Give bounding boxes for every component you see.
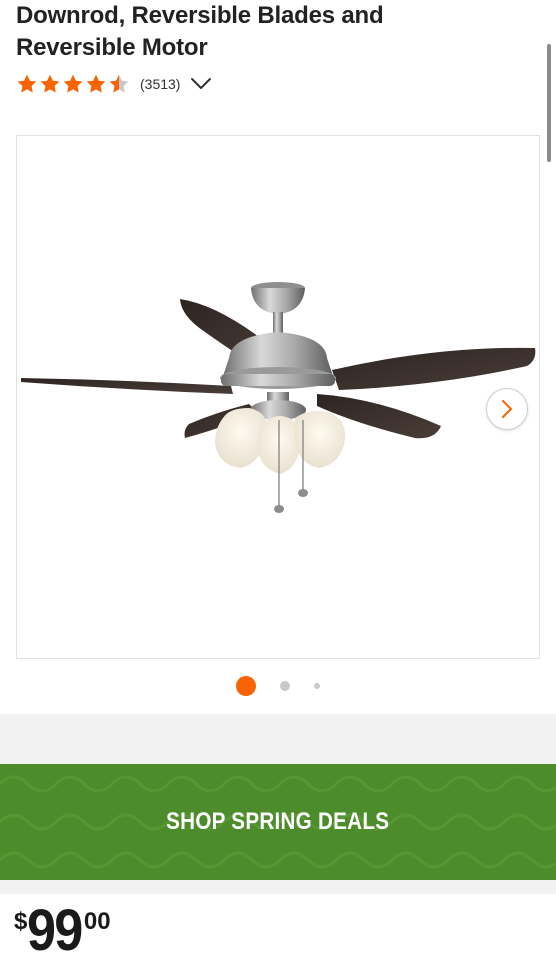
pagination-dot-1[interactable] (236, 676, 256, 696)
product-image-gallery[interactable] (16, 135, 540, 659)
pagination-dot-3[interactable] (314, 683, 320, 689)
product-image-ceiling-fan[interactable] (17, 136, 540, 659)
product-price: $ 99 00 (14, 900, 111, 960)
section-divider (0, 880, 556, 894)
chevron-down-icon (191, 78, 212, 89)
product-title-block: Downrod, Reversible Blades and Reversibl… (16, 0, 536, 64)
review-count[interactable]: (3513) (140, 76, 180, 92)
star-half-icon (109, 74, 129, 93)
rating-row[interactable]: (3513) (16, 72, 212, 96)
section-divider (0, 714, 556, 764)
chevron-right-icon (502, 400, 512, 418)
page-scrollbar[interactable] (547, 44, 551, 162)
product-title-line-2: Reversible Motor (16, 34, 208, 61)
price-currency-symbol: $ (14, 908, 28, 935)
star-icon (17, 74, 37, 93)
price-dollars: 99 (27, 898, 83, 960)
price-cents: 00 (83, 908, 111, 935)
pagination-dot-2[interactable] (280, 681, 290, 691)
gallery-next-button[interactable] (486, 388, 528, 430)
gallery-pagination (0, 675, 556, 697)
star-rating (16, 73, 130, 95)
star-icon (63, 74, 83, 93)
star-icon (40, 74, 60, 93)
star-icon (86, 74, 106, 93)
product-title-line-1: Downrod, Reversible Blades and (16, 2, 384, 29)
promo-banner-label: SHOP SPRING DEALS (166, 808, 390, 835)
reviews-expand-button[interactable] (190, 73, 212, 95)
promo-banner[interactable]: SHOP SPRING DEALS (0, 764, 556, 880)
